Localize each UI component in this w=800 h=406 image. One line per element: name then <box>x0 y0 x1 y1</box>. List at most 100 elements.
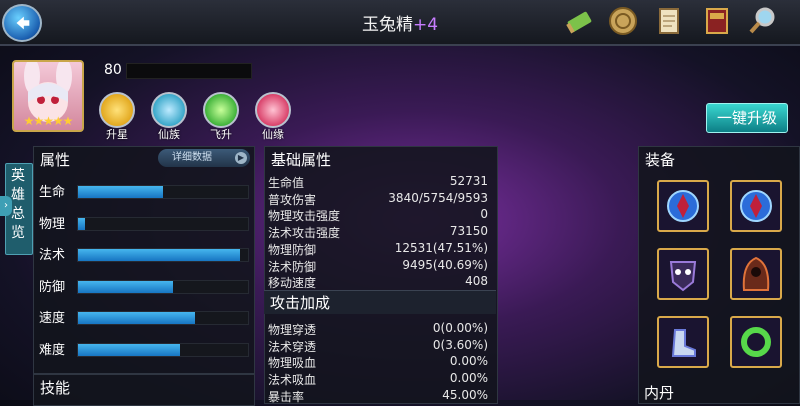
top-bar: 玉兔精+4 <box>0 0 800 46</box>
attack-bonus-title: 攻击加成 <box>264 290 496 314</box>
attribute-name: 难度 <box>39 342 66 358</box>
stat-label: 物理穿透 <box>268 323 317 337</box>
stat-label: 生命值 <box>268 176 305 190</box>
skill-label: 飞升 <box>210 128 232 141</box>
detail-data-button[interactable]: 详细数据 ▶ <box>158 149 250 167</box>
attribute-bar-fill <box>78 217 85 230</box>
attribute-bar-fill <box>78 186 163 198</box>
heart-icon <box>255 92 291 128</box>
skill-ascend[interactable]: 飞升 <box>202 92 240 142</box>
stat-value: 0 <box>480 207 488 222</box>
attribute-bar <box>77 185 249 199</box>
skill-label: 仙缘 <box>262 128 284 141</box>
hero-level: 80 <box>104 62 122 78</box>
one-click-upgrade-button[interactable]: 一键升级 <box>706 103 788 133</box>
stat-label: 物理防御 <box>268 242 317 257</box>
equip-slot-weapon[interactable] <box>657 180 709 232</box>
stat-label: 物理吸血 <box>268 356 317 371</box>
stat-row: 物理攻击强度 0 <box>268 207 492 223</box>
experience-bar <box>126 63 252 79</box>
attribute-row: 法术 <box>37 243 249 263</box>
stat-row: 物理穿透 0(0.00%) <box>268 321 492 337</box>
document-icon <box>659 8 679 34</box>
stat-row: 生命值 52731 <box>268 174 492 190</box>
magnifier-icon <box>749 7 775 34</box>
stat-row: 法术穿透 0(3.60%) <box>268 338 492 354</box>
side-expand-arrow-icon[interactable]: › <box>0 196 12 216</box>
stat-label: 普攻伤害 <box>268 192 317 207</box>
detail-data-label: 详细数据 <box>172 152 212 163</box>
stat-value: 0.00% <box>449 371 488 386</box>
equip-slot-ring[interactable] <box>730 316 782 368</box>
attribute-bar-fill <box>78 312 196 324</box>
equip-slot-helmet[interactable] <box>657 248 709 300</box>
attribute-bar-fill <box>78 280 174 293</box>
hooded-cloak-icon <box>742 256 770 291</box>
stat-label: 法术防御 <box>268 259 317 274</box>
attribute-name: 物理 <box>39 216 66 232</box>
stat-value: 3840/5754/9593 <box>388 190 488 205</box>
blue-shield-icon <box>740 190 772 222</box>
yin-yang-icon <box>151 92 187 128</box>
stat-label: 法术攻击强度 <box>268 226 341 241</box>
stat-label: 物理攻击强度 <box>268 209 341 224</box>
stat-row: 普攻伤害 3840/5754/9593 <box>268 191 492 207</box>
stat-row: 法术防御 9495(40.69%) <box>268 258 492 274</box>
stat-label: 暴击率 <box>268 389 305 404</box>
attribute-bar <box>77 311 249 325</box>
stat-value: 9495(40.69%) <box>402 257 488 272</box>
attribute-row: 速度 <box>37 306 249 326</box>
stat-row: 移动速度 408 <box>268 274 492 290</box>
stat-label: 移动速度 <box>268 276 317 291</box>
star-up-icon <box>99 92 135 128</box>
equip-slot-armor[interactable] <box>730 180 782 232</box>
document-icon-button[interactable] <box>652 4 686 38</box>
attribute-bar-fill <box>78 249 240 261</box>
stat-value: 408 <box>465 274 488 289</box>
equip-slot-cloak[interactable] <box>730 248 782 300</box>
attribute-bar-fill <box>78 343 180 356</box>
base-attributes-title: 基础属性 <box>271 151 332 169</box>
hero-stars: ★★★★★ <box>23 114 74 128</box>
skills-title: 技能 <box>40 379 71 397</box>
book-icon <box>706 8 728 34</box>
attribute-bar <box>77 279 249 294</box>
hero-overview-label: 英雄总览 <box>11 168 25 241</box>
stat-value: 73150 <box>449 224 488 239</box>
attribute-bar <box>77 342 249 357</box>
skill-label: 仙族 <box>158 128 180 141</box>
attribute-name: 法术 <box>39 248 66 263</box>
coin-icon-button[interactable] <box>606 4 640 38</box>
detail-arrow-icon: ▶ <box>235 152 247 164</box>
skill-bond[interactable]: 仙缘 <box>254 92 292 142</box>
magnifier-icon-button[interactable] <box>746 4 780 38</box>
stat-row: 法术吸血 0.00% <box>268 371 492 387</box>
stat-label: 法术吸血 <box>268 373 317 388</box>
equip-slot-boots[interactable] <box>657 316 709 368</box>
equipment-title: 装备 <box>645 151 676 169</box>
stat-value: 0(3.60%) <box>432 337 488 352</box>
stat-row: 物理吸血 0.00% <box>268 354 492 370</box>
dark-mask-icon <box>669 261 697 292</box>
stat-value: 52731 <box>449 174 488 188</box>
attribute-bar <box>77 248 249 262</box>
skill-star-up[interactable]: 升星 <box>98 92 136 142</box>
skills-panel: 技能 <box>33 374 255 406</box>
attribute-name: 防御 <box>39 279 66 295</box>
attribute-row: 难度 <box>37 338 249 358</box>
attribute-name: 速度 <box>39 311 66 326</box>
stat-value: 12531(47.51%) <box>394 240 488 255</box>
flame-icon <box>203 92 239 128</box>
stat-label: 法术穿透 <box>268 339 317 354</box>
boot-icon <box>671 329 696 357</box>
attribute-row: 物理 <box>37 212 249 232</box>
book-icon-button[interactable] <box>700 4 734 38</box>
scroll-icon-button[interactable] <box>562 4 596 38</box>
stat-row: 暴击率 45.00% <box>268 388 492 404</box>
attribute-row: 生命 <box>37 180 249 200</box>
blue-shield-icon <box>667 190 699 222</box>
stat-value: 0(0.00%) <box>432 321 488 335</box>
skill-clan[interactable]: 仙族 <box>150 92 188 142</box>
coin-icon <box>609 7 637 35</box>
stat-row: 物理防御 12531(47.51%) <box>268 241 492 257</box>
